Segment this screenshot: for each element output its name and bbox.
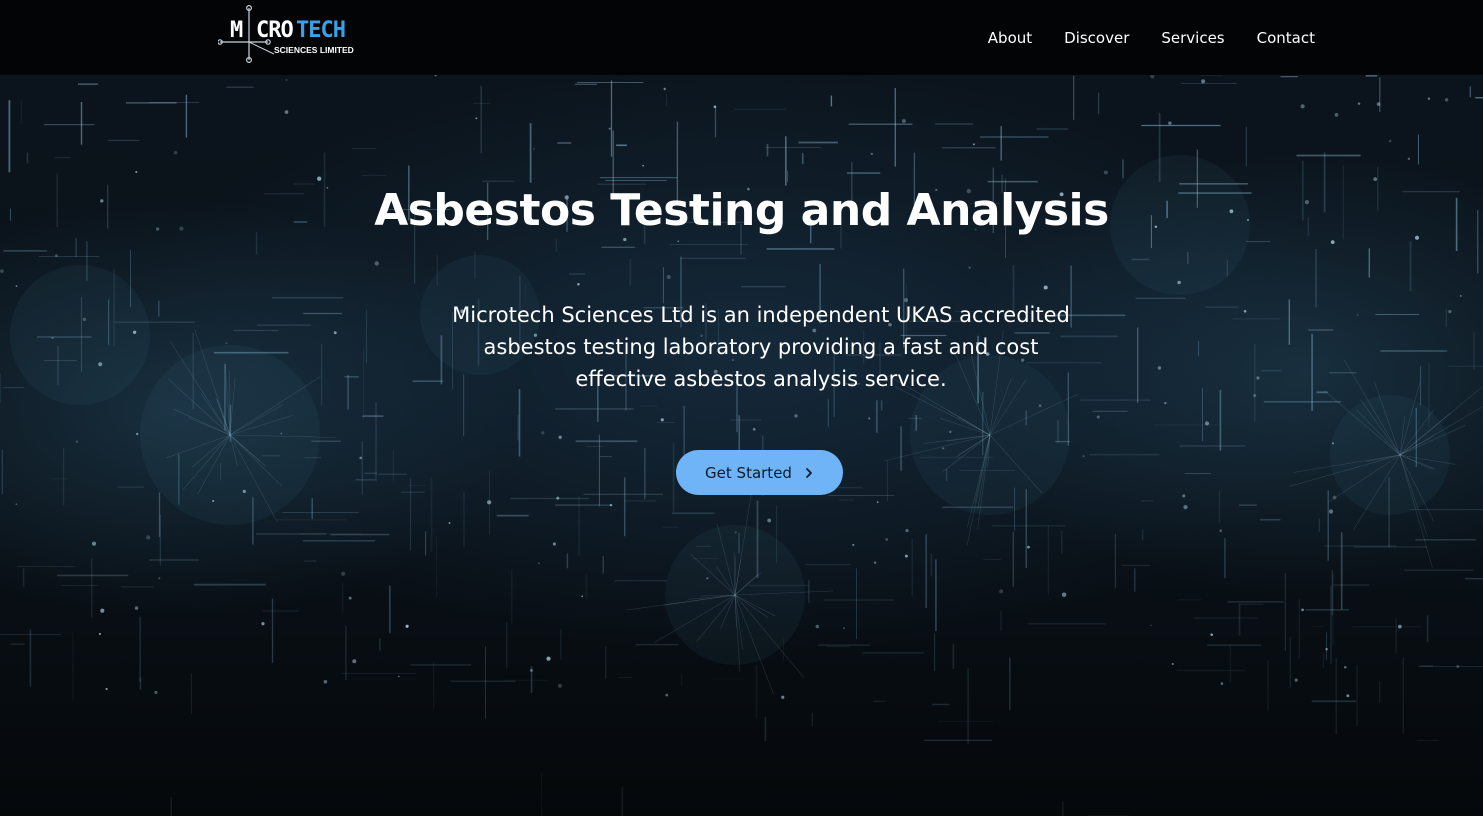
get-started-button[interactable]: Get Started <box>676 450 843 495</box>
navbar: M CRO TECH SCIENCES LIMITED About Discov… <box>0 0 1483 75</box>
logo-graphic: M CRO TECH SCIENCES LIMITED <box>218 4 354 63</box>
hero-title: Asbestos Testing and Analysis <box>374 185 1109 236</box>
logo-letter-m: M <box>230 18 243 43</box>
logo-word-cro: CRO <box>256 18 293 43</box>
nav-link-contact[interactable]: Contact <box>1257 29 1315 47</box>
logo-subtitle: SCIENCES LIMITED <box>274 45 354 55</box>
page: M CRO TECH SCIENCES LIMITED About Discov… <box>0 0 1483 816</box>
hero-section: Asbestos Testing and Analysis Microtech … <box>0 75 1483 816</box>
nav-link-discover[interactable]: Discover <box>1064 29 1129 47</box>
chevron-right-icon <box>804 467 814 479</box>
logo-word-tech: TECH <box>296 18 345 43</box>
get-started-label: Get Started <box>705 463 792 482</box>
nav-link-services[interactable]: Services <box>1161 29 1224 47</box>
hero-description: Microtech Sciences Ltd is an independent… <box>452 303 1070 391</box>
logo[interactable]: M CRO TECH SCIENCES LIMITED <box>218 4 358 68</box>
main-nav: About Discover Services Contact <box>988 0 1315 75</box>
nav-link-about[interactable]: About <box>988 29 1032 47</box>
